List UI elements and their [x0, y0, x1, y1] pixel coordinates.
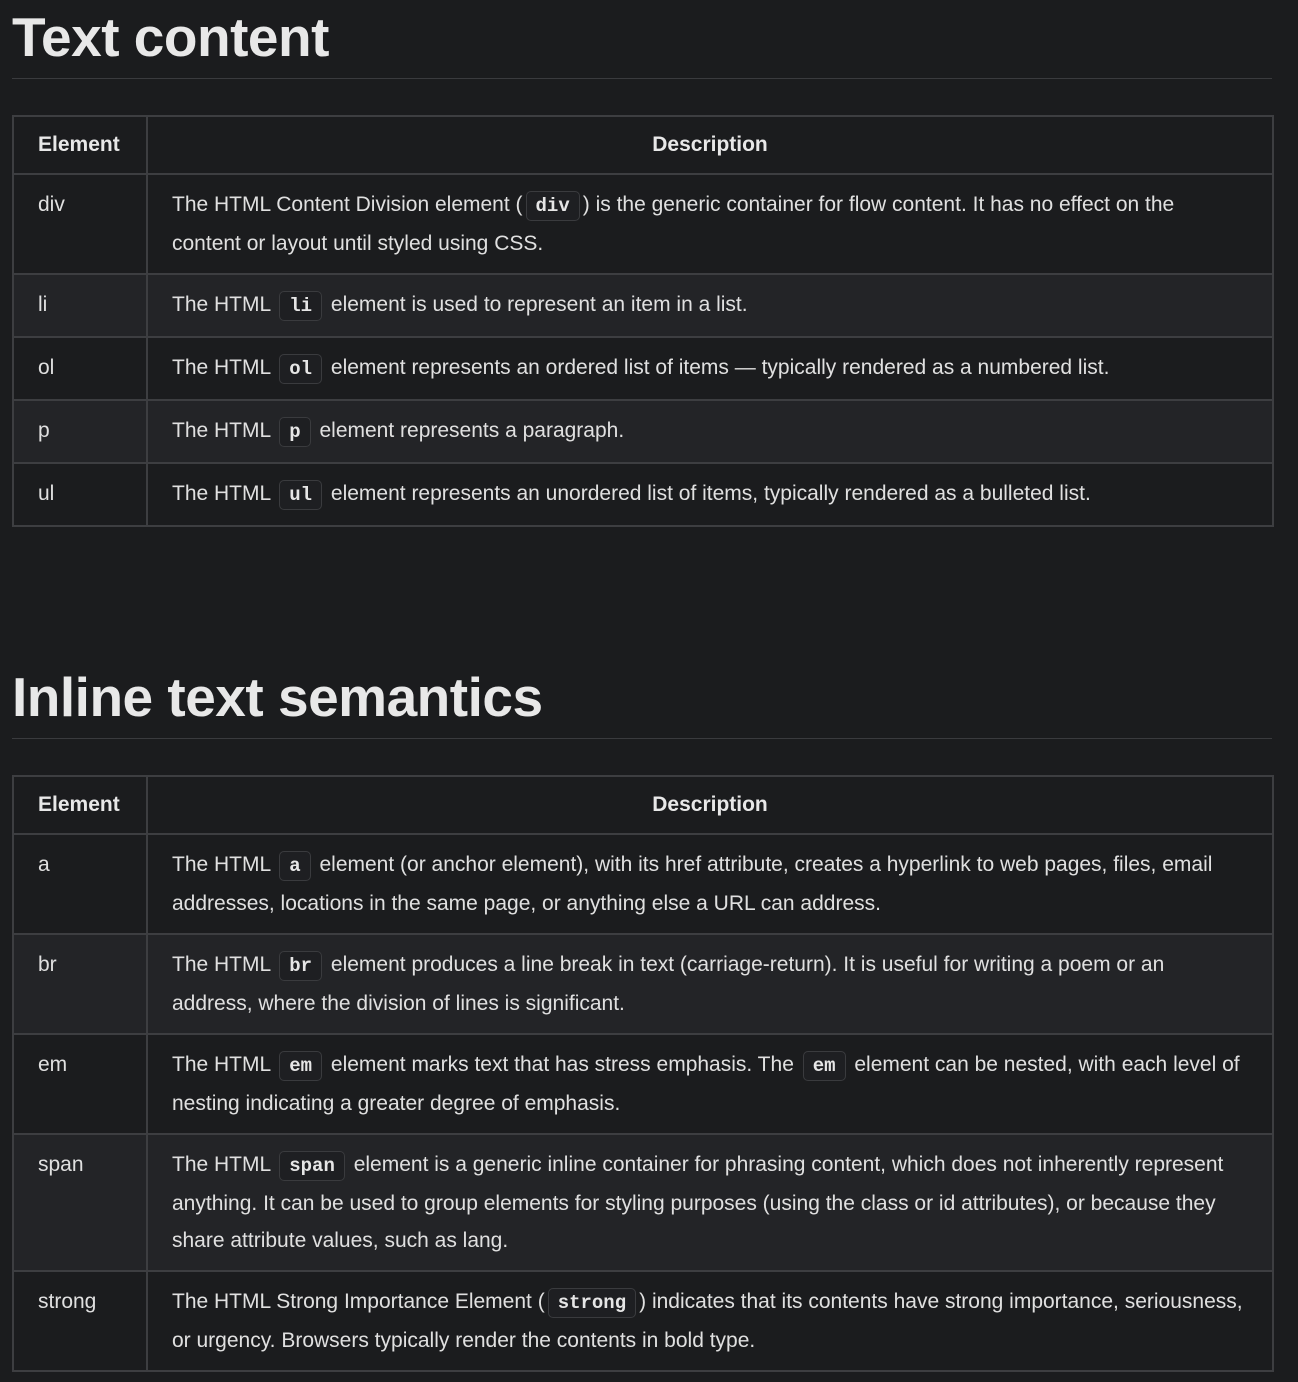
table-row: a The HTML a element (or anchor element),… [12, 833, 1274, 935]
elements-table: Element Description a The HTML a element … [12, 775, 1274, 1372]
inline-code: div [525, 191, 580, 221]
description-cell: The HTML em element marks text that has … [146, 1033, 1274, 1135]
description-cell: The HTML ol element represents an ordere… [146, 336, 1274, 401]
description-text: element is used to represent an item in … [325, 293, 748, 316]
table-header-row: Element Description [12, 775, 1274, 835]
element-name-cell: ul [12, 462, 148, 527]
table-row: p The HTML p element represents a paragra… [12, 399, 1274, 464]
element-name-cell: br [12, 933, 148, 1035]
element-name-cell: em [12, 1033, 148, 1135]
inline-code: li [279, 291, 323, 321]
description-cell: The HTML li element is used to represent… [146, 273, 1274, 338]
element-name-cell: li [12, 273, 148, 338]
inline-code: p [279, 417, 311, 447]
description-text: The HTML [172, 356, 277, 379]
element-name-cell: strong [12, 1270, 148, 1372]
column-header-element: Element [12, 115, 148, 175]
description-cell: The HTML Content Division element (div) … [146, 173, 1274, 275]
description-text: The HTML [172, 1053, 277, 1076]
inline-code: br [279, 951, 323, 981]
inline-code: em [279, 1051, 323, 1081]
description-cell: The HTML ul element represents an unorde… [146, 462, 1274, 527]
section-text-content: Text content Element Description div The … [12, 0, 1274, 527]
table-header-row: Element Description [12, 115, 1274, 175]
description-text: The HTML [172, 482, 277, 505]
table-row: em The HTML em element marks text that ha… [12, 1033, 1274, 1135]
section-heading: Text content [12, 0, 1272, 79]
element-name-cell: div [12, 173, 148, 275]
description-text: The HTML [172, 1153, 277, 1176]
description-text: element marks text that has stress empha… [325, 1053, 800, 1076]
description-text: element represents an ordered list of it… [325, 356, 1110, 379]
column-header-element: Element [12, 775, 148, 835]
description-cell: The HTML p element represents a paragrap… [146, 399, 1274, 464]
description-cell: The HTML br element produces a line brea… [146, 933, 1274, 1035]
element-name-cell: ol [12, 336, 148, 401]
table-row: span The HTML span element is a generic i… [12, 1133, 1274, 1272]
element-name-cell: span [12, 1133, 148, 1272]
description-text: The HTML [172, 419, 277, 442]
description-cell: The HTML a element (or anchor element), … [146, 833, 1274, 935]
description-text: element (or anchor element), with its hr… [172, 853, 1213, 915]
inline-code: a [279, 851, 311, 881]
inline-code: ol [279, 354, 323, 384]
description-text: The HTML Strong Importance Element ( [172, 1290, 545, 1313]
element-name-cell: a [12, 833, 148, 935]
description-cell: The HTML span element is a generic inlin… [146, 1133, 1274, 1272]
inline-code: ul [279, 480, 323, 510]
table-row: br The HTML br element produces a line br… [12, 933, 1274, 1035]
description-text: The HTML [172, 953, 277, 976]
table-row: ul The HTML ul element represents an unor… [12, 462, 1274, 527]
inline-code: span [279, 1151, 345, 1181]
elements-table: Element Description div The HTML Content … [12, 115, 1274, 527]
inline-code: strong [547, 1288, 637, 1318]
section-heading: Inline text semantics [12, 660, 1272, 739]
table-row: ol The HTML ol element represents an orde… [12, 336, 1274, 401]
description-text: The HTML Content Division element ( [172, 193, 523, 216]
column-header-description: Description [146, 775, 1274, 835]
description-text: The HTML [172, 293, 277, 316]
table-row: strong The HTML Strong Importance Element… [12, 1270, 1274, 1372]
section-inline-text-semantics: Inline text semantics Element Descriptio… [12, 660, 1274, 1372]
table-row: li The HTML li element is used to represe… [12, 273, 1274, 338]
element-name-cell: p [12, 399, 148, 464]
description-text: element represents a paragraph. [313, 419, 625, 442]
inline-code: em [802, 1051, 846, 1081]
description-cell: The HTML Strong Importance Element (stro… [146, 1270, 1274, 1372]
description-text: element represents an unordered list of … [325, 482, 1091, 505]
description-text: The HTML [172, 853, 277, 876]
table-row: div The HTML Content Division element (di… [12, 173, 1274, 275]
column-header-description: Description [146, 115, 1274, 175]
